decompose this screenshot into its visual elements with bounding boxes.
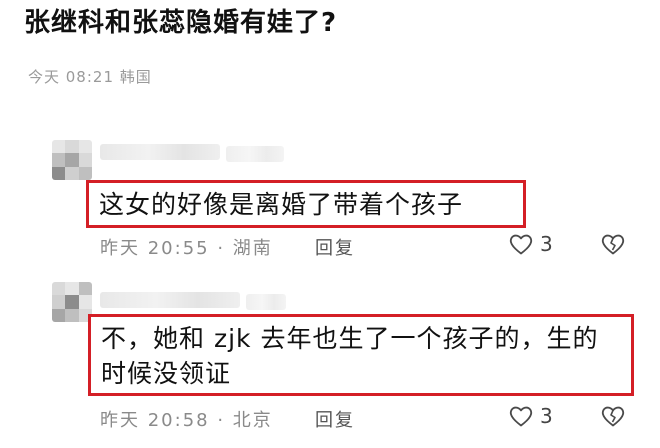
commenter-avatar[interactable]	[52, 140, 92, 180]
broken-heart-icon	[600, 232, 626, 256]
commenter-name-blurred[interactable]	[100, 144, 220, 160]
comment-text-box: 不，她和 zjk 去年也生了一个孩子的，生的时候没领证	[88, 314, 634, 396]
commenter-badge-blurred	[226, 146, 284, 162]
broken-heart-icon	[600, 404, 626, 428]
heart-icon	[508, 404, 534, 428]
comment-text: 这女的好像是离婚了带着个孩子	[99, 190, 464, 219]
comment-meta: 昨天 20:55 · 湖南	[100, 238, 273, 259]
heart-icon	[508, 232, 534, 256]
post-meta: 今天 08:21 韩国	[28, 68, 152, 86]
commenter-avatar[interactable]	[52, 282, 92, 322]
comment-meta: 昨天 20:58 · 北京	[100, 410, 273, 431]
like-count: 3	[540, 232, 553, 256]
comment-page: 张继科和张蕊隐婚有娃了? 今天 08:21 韩国 这女的好像是离婚了带着个孩子 …	[0, 0, 660, 448]
commenter-name-blurred[interactable]	[100, 292, 240, 308]
reply-button[interactable]: 回复	[315, 234, 355, 260]
like-button[interactable]: 3	[508, 404, 553, 428]
comment-text: 不，她和 zjk 去年也生了一个孩子的，生的时候没领证	[101, 324, 599, 388]
post-title: 张继科和张蕊隐婚有娃了?	[24, 8, 338, 38]
reply-button[interactable]: 回复	[315, 406, 355, 432]
comment-text-box: 这女的好像是离婚了带着个孩子	[86, 180, 526, 228]
like-button[interactable]: 3	[508, 232, 553, 256]
dislike-button[interactable]	[600, 404, 626, 428]
dislike-button[interactable]	[600, 232, 626, 256]
like-count: 3	[540, 404, 553, 428]
commenter-badge-blurred	[246, 294, 286, 310]
